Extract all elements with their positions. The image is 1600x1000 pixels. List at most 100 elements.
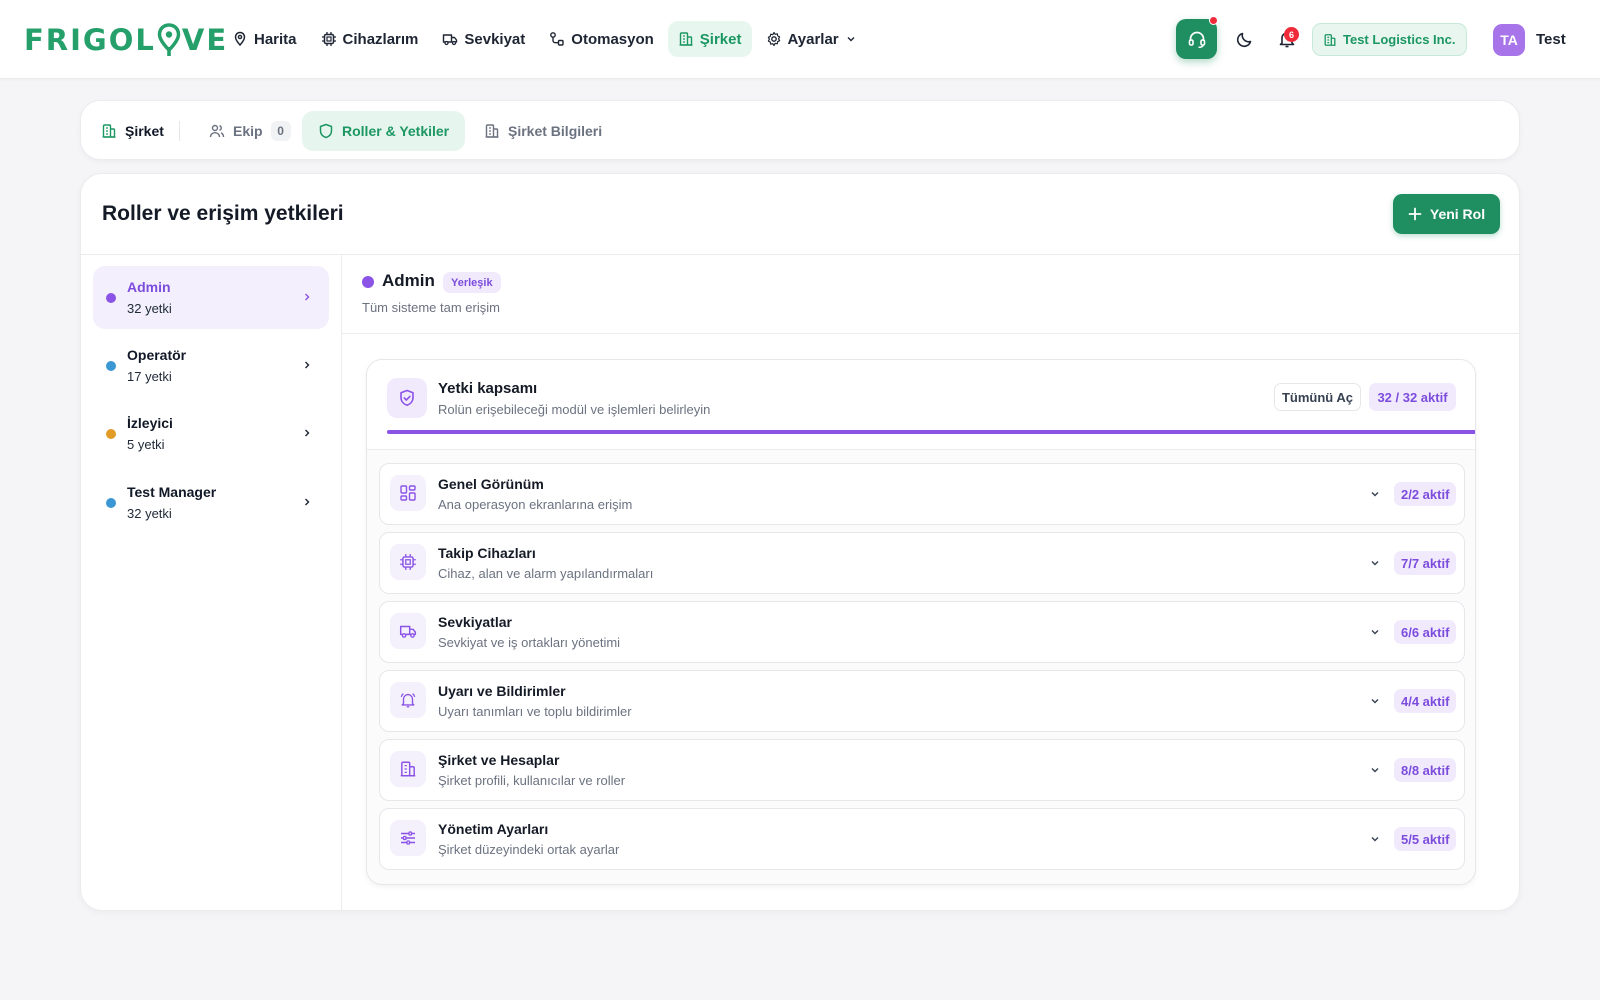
role-item-admin[interactable]: Admin 32 yetki — [93, 266, 329, 329]
role-permission-count: 32 yetki — [127, 301, 172, 316]
module-uyari-bildirimler[interactable]: Uyarı ve Bildirimler Uyarı tanımları ve … — [379, 670, 1465, 732]
role-name: Admin — [127, 279, 171, 295]
truck-icon — [443, 34, 458, 46]
theme-toggle-button[interactable] — [1235, 29, 1255, 49]
layout-grid-icon — [390, 475, 426, 511]
nav-label: Sevkiyat — [464, 30, 526, 48]
frigolive-logo[interactable]: FRIGOL VE — [24, 22, 228, 58]
nav-item-cihazlarim[interactable]: Cihazlarım — [311, 21, 429, 57]
module-description: Şirket profili, kullanıcılar ve roller — [438, 773, 626, 788]
building-icon — [1324, 33, 1336, 46]
chevron-right-icon — [305, 361, 310, 369]
nav-label: Cihazlarım — [342, 30, 419, 48]
module-takip-cihazlari[interactable]: Takip Cihazları Cihaz, alan ve alarm yap… — [379, 532, 1465, 594]
gear-icon — [767, 31, 780, 47]
module-title: Genel Görünüm — [438, 476, 544, 492]
headset-icon — [1188, 31, 1205, 49]
building-icon — [102, 124, 116, 138]
company-switcher[interactable]: Test Logistics Inc. — [1312, 23, 1467, 56]
role-name: İzleyici — [127, 415, 173, 431]
role-name: Operatör — [127, 347, 187, 363]
chevron-down-icon — [1371, 837, 1379, 842]
top-navbar: FRIGOL VE Harita Cihazlarım Sevkiyat Oto… — [0, 0, 1600, 79]
role-name: Test Manager — [127, 484, 217, 500]
module-active-count: 8/8 aktif — [1394, 758, 1457, 782]
support-button[interactable] — [1176, 19, 1217, 59]
scope-subtitle: Rolün erişebileceği modül ve işlemleri b… — [438, 402, 711, 417]
chevron-down-icon — [1371, 492, 1379, 497]
module-description: Uyarı tanımları ve toplu bildirimler — [438, 704, 632, 719]
tab-label: Şirket — [125, 123, 164, 139]
module-title: Uyarı ve Bildirimler — [438, 683, 566, 699]
tab-sirket-bilgileri[interactable]: Şirket Bilgileri — [468, 111, 618, 151]
role-permission-count: 32 yetki — [127, 506, 172, 521]
user-name[interactable]: Test — [1536, 31, 1566, 48]
chevron-down-icon — [1371, 768, 1379, 773]
nav-label: Ayarlar — [787, 30, 839, 48]
bell-ring-icon — [390, 682, 426, 718]
module-description: Ana operasyon ekranlarına erişim — [438, 497, 633, 512]
shield-check-icon — [387, 378, 427, 418]
module-description: Şirket düzeyindeki ortak ayarlar — [438, 842, 620, 857]
module-title: Sevkiyatlar — [438, 614, 512, 630]
chevron-right-icon — [305, 498, 310, 506]
team-count-badge: 0 — [270, 121, 291, 141]
users-icon — [209, 124, 225, 138]
module-yonetim-ayarlari[interactable]: Yönetim Ayarları Şirket düzeyindeki orta… — [379, 808, 1465, 870]
expand-all-button[interactable]: Tümünü Aç — [1274, 383, 1361, 411]
nav-item-sirket[interactable]: Şirket — [667, 21, 752, 57]
tab-roller-yetkiler[interactable]: Roller & Yetkiler — [302, 111, 466, 151]
role-color-dot — [362, 276, 374, 288]
sliders-icon — [390, 820, 426, 856]
nav-item-harita[interactable]: Harita — [222, 21, 307, 57]
scope-title: Yetki kapsamı — [438, 380, 538, 397]
chevron-down-icon — [1371, 630, 1379, 635]
role-color-dot — [106, 429, 116, 439]
active-permissions-badge: 32 / 32 aktif — [1369, 383, 1456, 411]
module-title: Yönetim Ayarları — [438, 821, 549, 837]
logo-pin-icon — [157, 23, 181, 57]
user-avatar[interactable]: TA — [1493, 24, 1525, 56]
permission-scope-panel: Yetki kapsamı Rolün erişebileceği modül … — [366, 359, 1476, 885]
plus-icon — [1408, 207, 1422, 221]
role-item-izleyici[interactable]: İzleyici 5 yetki — [93, 402, 329, 465]
nav-item-otomasyon[interactable]: Otomasyon — [539, 21, 664, 57]
role-color-dot — [106, 498, 116, 508]
module-title: Takip Cihazları — [438, 545, 536, 561]
role-item-test-manager[interactable]: Test Manager 32 yetki — [93, 471, 329, 534]
chip-icon — [321, 32, 336, 46]
tab-ekip[interactable]: Ekip 0 — [193, 111, 307, 151]
new-role-label: Yeni Rol — [1429, 206, 1486, 222]
nav-item-ayarlar[interactable]: Ayarlar — [756, 21, 867, 57]
role-detail-name: Admin — [382, 271, 435, 290]
module-active-count: 7/7 aktif — [1394, 551, 1457, 575]
module-active-count: 5/5 aktif — [1394, 827, 1457, 851]
notification-count-badge: 6 — [1284, 27, 1299, 42]
new-role-button[interactable]: Yeni Rol — [1393, 194, 1500, 234]
page-title: Roller ve erişim yetkileri — [102, 202, 344, 225]
shield-icon — [319, 123, 333, 139]
scope-header: Yetki kapsamı Rolün erişebileceği modül … — [367, 360, 1475, 450]
role-permission-count: 17 yetki — [127, 369, 172, 384]
nav-label: Şirket — [699, 30, 742, 48]
chevron-down-icon — [847, 37, 855, 42]
role-item-operator[interactable]: Operatör 17 yetki — [93, 334, 329, 397]
tab-label: Şirket Bilgileri — [508, 123, 603, 139]
tab-divider — [179, 121, 180, 141]
module-title: Şirket ve Hesaplar — [438, 752, 560, 768]
module-active-count: 6/6 aktif — [1394, 620, 1457, 644]
module-sevkiyatlar[interactable]: Sevkiyatlar Sevkiyat ve iş ortakları yön… — [379, 601, 1465, 663]
truck-icon — [390, 613, 426, 649]
module-active-count: 4/4 aktif — [1394, 689, 1457, 713]
sidebar-divider — [341, 254, 342, 910]
module-active-count: 2/2 aktif — [1394, 482, 1457, 506]
module-sirket-hesaplar[interactable]: Şirket ve Hesaplar Şirket profili, kulla… — [379, 739, 1465, 801]
company-subtabs: Şirket Ekip 0 Roller & Yetkiler Şirket B… — [80, 100, 1520, 160]
header-divider — [81, 254, 1519, 255]
nav-item-sevkiyat[interactable]: Sevkiyat — [432, 21, 535, 57]
roles-card: Roller ve erişim yetkileri Yeni Rol Admi… — [80, 173, 1520, 911]
chevron-down-icon — [1371, 561, 1379, 566]
module-genel-gorunum[interactable]: Genel Görünüm Ana operasyon ekranlarına … — [379, 463, 1465, 525]
tab-sirket[interactable]: Şirket — [91, 111, 180, 151]
permission-progress-bar — [387, 430, 1475, 434]
